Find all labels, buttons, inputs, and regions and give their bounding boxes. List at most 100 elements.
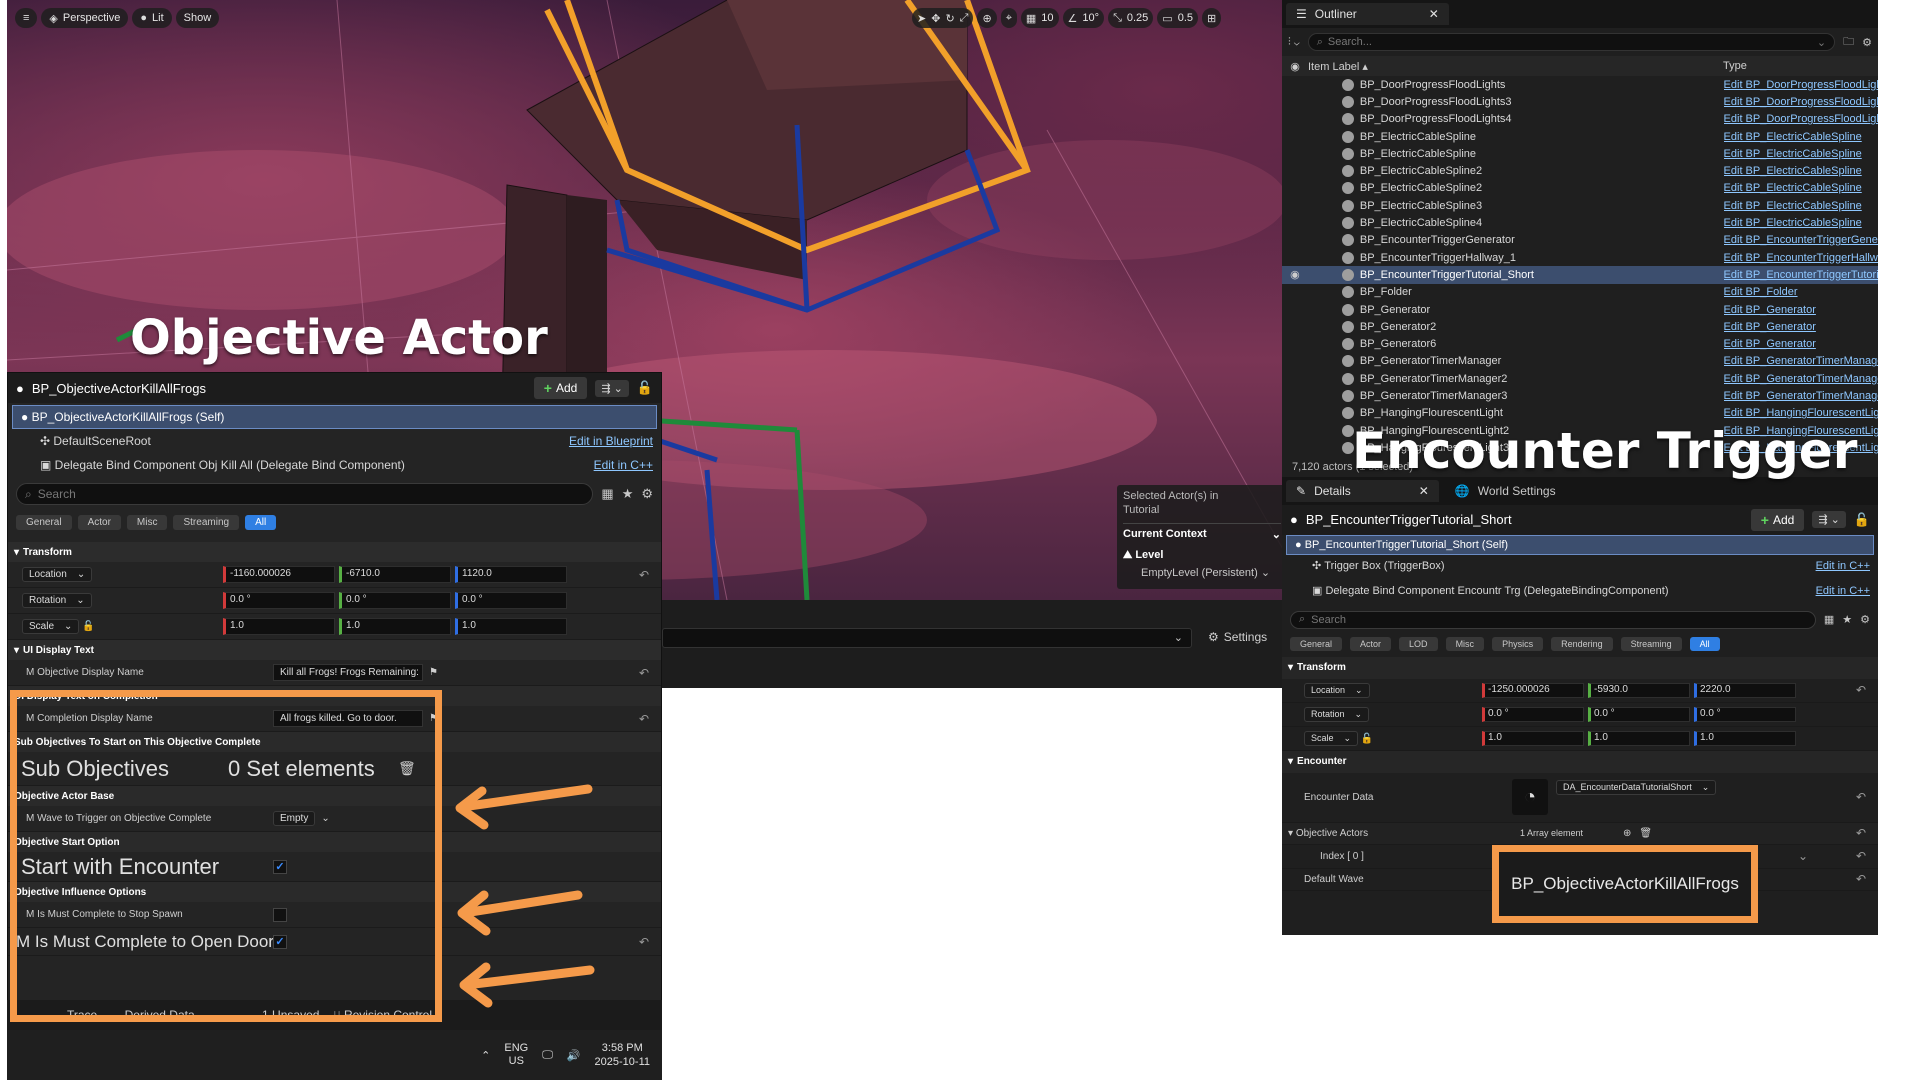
category-transform[interactable]: ▾ Transform [8,542,661,562]
folder-add-icon[interactable]: 🗀 [1843,33,1854,52]
location-z-field[interactable]: 1120.0 [455,566,567,583]
outliner-item-type-link[interactable]: Edit BP_ElectricCableSpline [1724,217,1878,229]
rotation-snap-button[interactable]: ∠ 10° [1062,8,1105,28]
scale-icon[interactable]: ⤢ [960,12,969,25]
move-icon[interactable]: ✥ [931,12,940,25]
tab-lod[interactable]: LOD [1399,636,1438,651]
outliner-item-type-link[interactable]: Edit BP_HangingFlourescentLight [1724,407,1878,419]
outliner-row[interactable]: BP_GeneratorTimerManager Edit BP_Generato… [1282,353,1878,370]
reset-icon[interactable]: ↶ [639,666,649,680]
column-type[interactable]: Type [1723,60,1747,72]
scale-mode-dropdown[interactable]: Scale ⌄ [22,619,80,634]
location-z-field[interactable]: 2220.0 [1694,682,1796,698]
edit-in-cpp-link[interactable]: Edit in C++ [1816,560,1870,572]
component-row-self[interactable]: ● BP_ObjectiveActorKillAllFrogs (Self) [12,405,657,429]
surface-snap-button[interactable]: ⌖ [1000,8,1017,28]
outliner-item-type-link[interactable]: Edit BP_Folder [1724,286,1878,298]
outliner-item-type-link[interactable]: Edit BP_DoorProgressFloodLights [1724,79,1878,91]
blueprint-options-button[interactable]: ⇶ ⌄ [595,379,629,397]
tab-outliner[interactable]: ☰ Outliner ✕ [1286,3,1449,25]
outliner-row[interactable]: BP_EncounterTriggerHallway_1 Edit BP_Enco… [1282,249,1878,266]
outliner-item-type-link[interactable]: Edit BP_ElectricCableSpline [1724,148,1878,160]
outliner-row[interactable]: BP_ElectricCableSpline2 Edit BP_ElectricC… [1282,180,1878,197]
gear-icon[interactable]: ⚙ [1862,36,1872,49]
category-ui-display-text[interactable]: ▾ UI Display Text [8,640,661,660]
outliner-item-type-link[interactable]: Edit BP_ElectricCableSpline [1724,165,1878,177]
tab-physics[interactable]: Physics [1492,636,1544,651]
close-icon[interactable]: ✕ [1429,7,1439,21]
rotation-y-field[interactable]: 0.0 ° [339,592,451,609]
table-view-icon[interactable]: ▦ [601,486,613,502]
asset-thumbnail[interactable]: ◔ [1512,779,1548,816]
lock-icon[interactable]: 🔓 [1361,733,1373,744]
star-icon[interactable]: ★ [622,486,634,502]
tab-world-settings[interactable]: 🌐 World Settings [1445,480,1566,502]
tab-general[interactable]: General [1290,636,1343,651]
rotation-z-field[interactable]: 0.0 ° [455,592,567,609]
lock-icon[interactable]: 🔓 [637,380,653,396]
scale-mode-dropdown[interactable]: Scale ⌄ [1304,730,1359,746]
outliner-row[interactable]: BP_DoorProgressFloodLights Edit BP_DoorPr… [1282,76,1878,93]
gear-icon[interactable]: ⚙ [1860,613,1870,626]
viewport-layout-button[interactable]: ⊞ [1202,8,1222,28]
blueprint-options-button[interactable]: ⇶ ⌄ [1812,511,1846,529]
outliner-row[interactable]: BP_Generator6 Edit BP_Generator [1282,335,1878,352]
reset-icon[interactable]: ↶ [639,935,649,949]
outliner-item-type-link[interactable]: Edit BP_ElectricCableSpline [1724,131,1878,143]
reset-icon[interactable]: ↶ [639,712,649,726]
show-button[interactable]: Show [175,8,220,28]
camera-speed-button[interactable]: ▭ 0.5 [1157,8,1198,28]
rotate-icon[interactable]: ↻ [945,12,954,25]
tab-misc[interactable]: Misc [1445,636,1485,651]
lock-icon[interactable]: 🔓 [82,621,94,632]
filter-icon[interactable]: ⫶ ⌄ [1288,36,1300,49]
add-component-button[interactable]: + Add [1750,508,1805,531]
tab-misc[interactable]: Misc [126,515,168,530]
rotation-y-field[interactable]: 0.0 ° [1588,706,1690,722]
scale-x-field[interactable]: 1.0 [223,618,335,635]
outliner-row[interactable]: BP_ElectricCableSpline3 Edit BP_ElectricC… [1282,197,1878,214]
outliner-row[interactable]: BP_ElectricCableSpline4 Edit BP_ElectricC… [1282,214,1878,231]
scale-z-field[interactable]: 1.0 [1694,730,1796,746]
details-search-input[interactable]: ⌕ Search [16,483,594,505]
component-row-self[interactable]: ● BP_EncounterTriggerTutorial_Short (Sel… [1286,534,1874,555]
clock[interactable]: 3:58 PM 2025-10-11 [595,1041,650,1069]
component-row-trigger-box[interactable]: ✣ Trigger Box (TriggerBox) Edit in C++ [1282,555,1878,577]
add-component-button[interactable]: + Add [533,377,588,399]
reset-icon[interactable]: ↶ [1856,790,1866,804]
viewport-filter-input[interactable]: ⌄ [662,628,1192,648]
tab-all[interactable]: All [1689,636,1720,651]
outliner-row[interactable]: BP_DoorProgressFloodLights3 Edit BP_DoorP… [1282,93,1878,110]
language-indicator[interactable]: ENG US [504,1042,528,1068]
outliner-row[interactable]: BP_Folder Edit BP_Folder [1282,284,1878,301]
outliner-item-type-link[interactable]: Edit BP_DoorProgressFloodLights [1724,113,1878,125]
outliner-row[interactable]: BP_ElectricCableSpline Edit BP_ElectricCa… [1282,145,1878,162]
location-x-field[interactable]: -1250.000026 [1482,682,1584,698]
outliner-item-type-link[interactable]: Edit BP_EncounterTriggerTutorial [1724,269,1878,281]
rotation-mode-dropdown[interactable]: Rotation ⌄ [22,593,92,608]
encounter-data-dropdown[interactable]: DA_EncounterDataTutorialShort ⌄ [1556,779,1717,795]
category-transform[interactable]: ▾ Transform [1282,656,1878,679]
component-row-delegate[interactable]: ▣ Delegate Bind Component Obj Kill All (… [8,453,661,477]
outliner-row[interactable]: BP_Generator2 Edit BP_Generator [1282,318,1878,335]
column-item-label[interactable]: Item Label ▴ [1308,60,1723,73]
component-row-root[interactable]: ✣ DefaultSceneRoot Edit in Blueprint [8,429,661,453]
outliner-row[interactable]: ◉ BP_EncounterTriggerTutorial_Short Edit B… [1282,266,1878,284]
right-details-search-input[interactable]: ⌕ Search [1290,610,1816,629]
component-row-delegate[interactable]: ▣ Delegate Bind Component Encountr Trg (… [1282,577,1878,605]
category-encounter[interactable]: ▾ Encounter [1282,750,1878,773]
perspective-button[interactable]: ◈ Perspective [41,8,129,28]
outliner-item-type-link[interactable]: Edit BP_EncounterTriggerHallway [1724,252,1878,264]
outliner-row[interactable]: BP_Generator Edit BP_Generator [1282,301,1878,318]
location-mode-dropdown[interactable]: Location ⌄ [1304,682,1370,698]
outliner-row[interactable]: BP_HangingFlourescentLight Edit BP_Hangin… [1282,405,1878,422]
outliner-item-type-link[interactable]: Edit BP_GeneratorTimerManager [1724,373,1878,385]
lit-button[interactable]: ● Lit [132,8,172,28]
gear-icon[interactable]: ⚙ [641,486,653,502]
location-x-field[interactable]: -1160.000026 [223,566,335,583]
outliner-row[interactable]: BP_EncounterTriggerGenerator Edit BP_Enco… [1282,232,1878,249]
grid-snap-button[interactable]: ▦ 10 [1020,8,1059,28]
outliner-item-type-link[interactable]: Edit BP_ElectricCableSpline [1724,200,1878,212]
location-y-field[interactable]: -5930.0 [1588,682,1690,698]
current-context-row[interactable]: Current Context ⌄ [1123,523,1281,541]
